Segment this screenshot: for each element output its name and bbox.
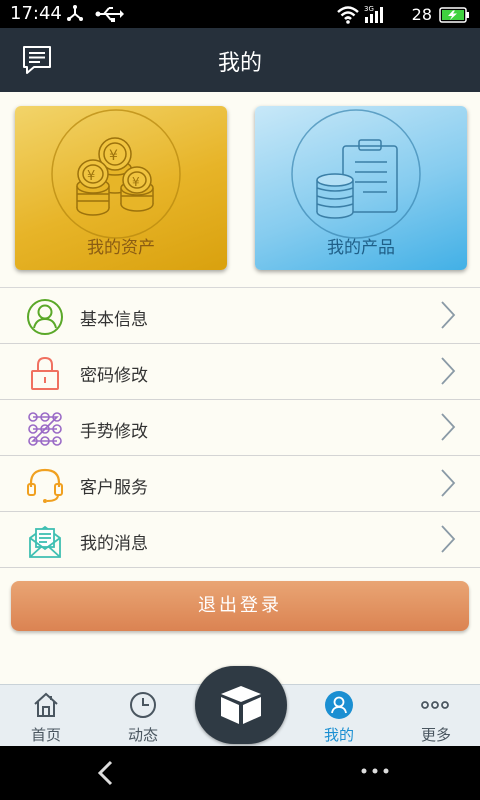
my-products-card[interactable]: 我的产品: [255, 106, 467, 270]
app-header: 我的: [0, 28, 480, 92]
battery-percentage: 28: [411, 5, 432, 24]
svg-text:¥: ¥: [87, 169, 95, 184]
system-nav-bar: [0, 746, 480, 800]
user-icon: [27, 299, 63, 335]
box-icon: [221, 686, 261, 724]
chevron-right-icon: [441, 357, 456, 385]
signal-battery-icon: 3G: [337, 5, 469, 24]
tab-home[interactable]: 首页: [6, 685, 86, 747]
menu-item-customer-service[interactable]: 客户服务: [0, 456, 480, 512]
svg-text:¥: ¥: [132, 175, 140, 189]
chevron-right-icon: [441, 469, 456, 497]
tab-label: 我的: [323, 726, 354, 744]
status-notification-icons: [66, 4, 126, 28]
menu-label: 客户服务: [80, 478, 148, 498]
menu-label: 密码修改: [80, 366, 148, 386]
share-usb-icon: [67, 5, 124, 22]
chevron-right-icon: [441, 301, 456, 329]
menu-item-basic-info[interactable]: 基本信息: [0, 288, 480, 344]
center-action-button[interactable]: [195, 666, 287, 744]
chevron-right-icon: [441, 525, 456, 553]
more-icon: [421, 701, 449, 709]
pattern-icon: [28, 412, 62, 446]
tab-mine[interactable]: 我的: [299, 685, 379, 747]
menu-label: 基本信息: [80, 310, 148, 330]
profile-icon: [325, 691, 353, 719]
tab-label: 更多: [420, 726, 451, 744]
logout-button[interactable]: 退出登录: [11, 581, 469, 631]
mail-icon: [29, 525, 61, 558]
menu-label: 手势修改: [80, 422, 148, 442]
menu-label: 我的消息: [80, 534, 148, 554]
menu-item-change-password[interactable]: 密码修改: [0, 344, 480, 400]
back-icon[interactable]: [95, 759, 115, 787]
home-icon: [34, 692, 58, 717]
tab-more[interactable]: 更多: [396, 685, 476, 747]
settings-menu: 基本信息 密码修改 手势修改 客户服务 我的消息: [0, 287, 480, 568]
my-assets-card[interactable]: ¥ ¥ ¥ 我的资产: [15, 106, 227, 270]
page-title: 我的: [217, 51, 262, 76]
overview-cards: ¥ ¥ ¥ 我的资产 我的产品: [0, 104, 480, 274]
status-bar: 17:44 3G 28: [0, 0, 480, 28]
tab-label: 动态: [127, 726, 158, 744]
my-assets-label: 我的资产: [87, 238, 155, 258]
my-products-label: 我的产品: [327, 238, 395, 258]
chevron-right-icon: [441, 413, 456, 441]
menu-item-my-messages[interactable]: 我的消息: [0, 512, 480, 568]
headset-icon: [27, 468, 63, 503]
svg-text:¥: ¥: [109, 148, 118, 164]
overflow-menu-icon[interactable]: [360, 766, 390, 776]
svg-text:3G: 3G: [364, 5, 374, 13]
menu-item-change-gesture[interactable]: 手势修改: [0, 400, 480, 456]
status-time: 17:44: [10, 3, 62, 24]
tab-activity[interactable]: 动态: [103, 685, 183, 747]
clock-icon: [130, 692, 156, 718]
tab-label: 首页: [30, 726, 61, 744]
lock-icon: [31, 356, 59, 390]
